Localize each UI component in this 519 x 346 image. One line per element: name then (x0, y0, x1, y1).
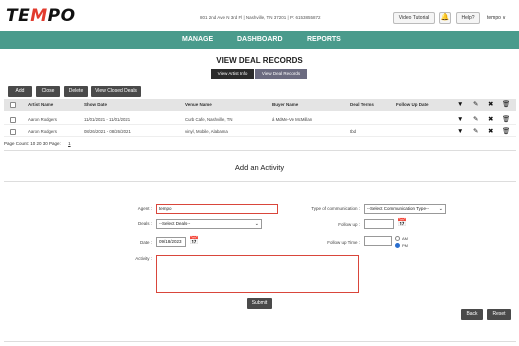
delete-button[interactable]: Delete (64, 86, 88, 97)
bell-icon[interactable]: 🔔 (439, 12, 451, 24)
table-header: Artist Name Show Date Venue Name Buyer N… (4, 99, 516, 111)
col-show-date[interactable]: Show Date (84, 102, 107, 107)
pagination[interactable]: Page Count: 10 20 30 Page: 1 (4, 141, 71, 146)
col-deal-terms[interactable]: Deal Terms (350, 102, 374, 107)
date-label: Date : (139, 240, 152, 245)
trash-icon[interactable]: 🗑 (502, 128, 510, 135)
am-radio[interactable] (395, 236, 400, 241)
view-artist-info-button[interactable]: View Artist Info (211, 69, 254, 79)
reset-button[interactable]: Reset (487, 309, 511, 320)
main-nav: MANAGE DASHBOARD REPORTS (0, 31, 519, 49)
divider (4, 181, 516, 182)
logo-text-pre: TE (6, 6, 31, 26)
video-tutorial-button[interactable]: Video Tutorial (393, 12, 435, 24)
page-count-label: Page Count: 10 20 30 Page: (4, 141, 61, 146)
col-artist-name[interactable]: Artist Name (28, 102, 53, 107)
close-icon[interactable]: ✖ (488, 116, 493, 123)
calendar-icon[interactable]: 📅 (189, 236, 199, 245)
logo-text-mid: M (30, 6, 48, 26)
deals-value: --Select Deals-- (159, 221, 191, 226)
cell-artist: Aaron Rodgers (28, 129, 57, 134)
user-menu[interactable]: tempo ∨ (487, 15, 506, 21)
activity-label: Activity : (135, 256, 152, 261)
agent-input[interactable]: tempo (156, 204, 278, 214)
filter-icon[interactable]: ▼ (457, 101, 463, 108)
follow-up-label: Follow up : (338, 222, 360, 227)
col-buyer-name[interactable]: Buyer Name (272, 102, 298, 107)
divider (4, 150, 516, 151)
chevron-down-icon: ⌄ (254, 221, 259, 227)
calendar-icon[interactable]: 📅 (397, 218, 407, 227)
view-deal-records-button[interactable]: View Deal Records (255, 69, 307, 79)
cell-venue: Curb Cafe, Nashville, TN (185, 117, 233, 122)
activity-textarea[interactable] (156, 255, 359, 293)
cell-terms: tbd (350, 129, 356, 134)
top-bar: TEMPO 801 2nd Ave N 3rd Fl | Nashville, … (0, 0, 519, 30)
page-title: VIEW DEAL RECORDS (216, 56, 303, 65)
nav-reports[interactable]: REPORTS (307, 36, 341, 43)
page-number[interactable]: 1 (68, 141, 71, 146)
close-button[interactable]: Close (36, 86, 60, 97)
follow-up-time-label: Follow up Time : (327, 240, 360, 245)
logo-text-post: PO (47, 6, 76, 26)
communication-value: --Select Communication Type-- (367, 206, 429, 211)
table-row[interactable]: Aaron Rodgers 08/26/2021 - 08/26/2021 vi… (4, 126, 516, 137)
help-button[interactable]: Help? (456, 12, 480, 24)
filter-icon[interactable]: ▼ (457, 116, 463, 123)
edit-icon[interactable]: ✎ (473, 101, 478, 108)
edit-icon[interactable]: ✎ (473, 128, 478, 135)
close-icon[interactable]: ✖ (488, 128, 493, 135)
am-label: AM (402, 236, 408, 241)
follow-up-date-input[interactable] (364, 219, 394, 229)
view-closed-deals-button[interactable]: View Closed Deals (91, 86, 141, 97)
cell-show-date: 08/26/2021 - 08/26/2021 (84, 129, 131, 134)
row-checkbox[interactable] (10, 129, 16, 135)
select-all-checkbox[interactable] (10, 102, 16, 108)
trash-icon[interactable]: 🗑 (502, 116, 510, 123)
chevron-down-icon: ⌄ (438, 206, 443, 212)
nav-dashboard[interactable]: DASHBOARD (237, 36, 283, 43)
col-follow-up-date[interactable]: Follow Up Date (396, 102, 429, 107)
follow-up-time-input[interactable] (364, 236, 392, 246)
submit-button[interactable]: Submit (247, 298, 272, 309)
add-button[interactable]: Add (8, 86, 32, 97)
company-address: 801 2nd Ave N 3rd Fl | Nashville, TN 372… (200, 15, 321, 20)
table-row[interactable]: Aaron Rodgers 11/01/2021 - 11/01/2021 Cu… (4, 114, 516, 125)
cell-artist: Aaron Rodgers (28, 117, 57, 122)
communication-label: Type of communication : (311, 206, 360, 211)
agent-label: Agent : (137, 206, 152, 211)
activity-section-title: Add an Activity (234, 163, 285, 172)
pm-radio[interactable] (395, 243, 400, 248)
divider (4, 341, 516, 342)
deals-label: Deals : (137, 221, 152, 226)
col-venue-name[interactable]: Venue Name (185, 102, 212, 107)
tempo-logo[interactable]: TEMPO (6, 6, 76, 26)
communication-select[interactable]: --Select Communication Type-- ⌄ (364, 204, 446, 214)
deals-select[interactable]: --Select Deals-- ⌄ (156, 219, 262, 229)
agent-value: tempo (159, 206, 172, 211)
edit-icon[interactable]: ✎ (473, 116, 478, 123)
date-input[interactable]: 09/18/2023 (156, 237, 186, 247)
cell-show-date: 11/01/2021 - 11/01/2021 (84, 117, 131, 122)
pm-label: PM (402, 243, 408, 248)
back-button[interactable]: Back (461, 309, 483, 320)
date-value: 09/18/2023 (159, 239, 182, 244)
row-checkbox[interactable] (10, 117, 16, 123)
cell-buyer: á MdMe-Ve McMillan (272, 117, 313, 122)
close-icon[interactable]: ✖ (488, 101, 493, 108)
trash-icon[interactable]: 🗑 (502, 101, 510, 108)
nav-manage[interactable]: MANAGE (182, 36, 213, 43)
cell-venue: vinyl, Mobile, Alabama (185, 129, 228, 134)
filter-icon[interactable]: ▼ (457, 128, 463, 135)
